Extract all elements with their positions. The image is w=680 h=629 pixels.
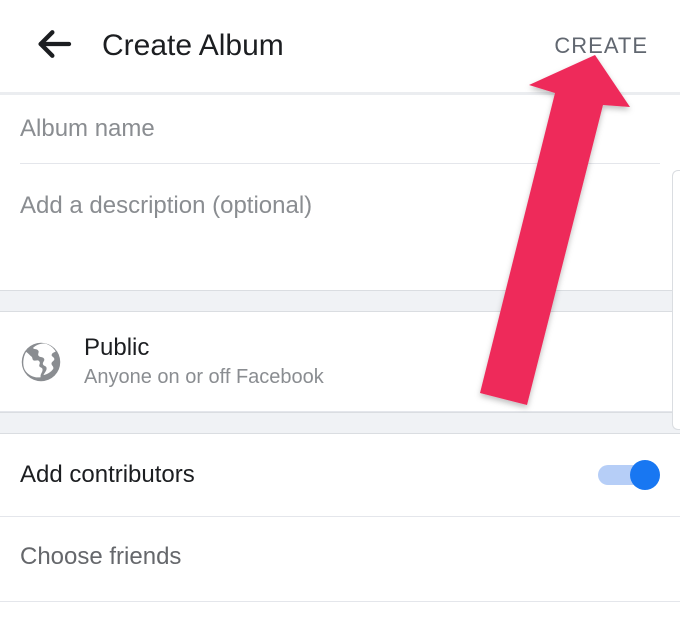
album-description-placeholder: Add a description (optional) [20, 192, 660, 220]
globe-icon [20, 341, 62, 383]
add-contributors-row: Add contributors [0, 434, 680, 517]
section-gap [0, 412, 680, 434]
album-name-placeholder: Album name [20, 115, 660, 143]
back-arrow-icon [34, 24, 74, 69]
page-title: Create Album [102, 29, 542, 63]
back-button[interactable] [32, 24, 76, 68]
privacy-text: Public Anyone on or off Facebook [84, 334, 324, 389]
album-description-field[interactable]: Add a description (optional) [20, 164, 660, 290]
add-contributors-label: Add contributors [20, 461, 598, 489]
album-name-field[interactable]: Album name [20, 95, 660, 164]
album-form: Album name Add a description (optional) [0, 95, 680, 290]
header-bar: Create Album CREATE [0, 0, 680, 92]
privacy-row[interactable]: Public Anyone on or off Facebook [0, 312, 680, 412]
toggle-knob [630, 460, 660, 490]
privacy-title: Public [84, 334, 324, 362]
choose-friends-label: Choose friends [20, 543, 181, 571]
choose-friends-row[interactable]: Choose friends [0, 517, 680, 602]
section-gap [0, 290, 680, 312]
create-button[interactable]: CREATE [542, 25, 660, 67]
scroll-hint [672, 170, 680, 430]
privacy-subtitle: Anyone on or off Facebook [84, 366, 324, 389]
add-contributors-toggle[interactable] [598, 460, 660, 490]
